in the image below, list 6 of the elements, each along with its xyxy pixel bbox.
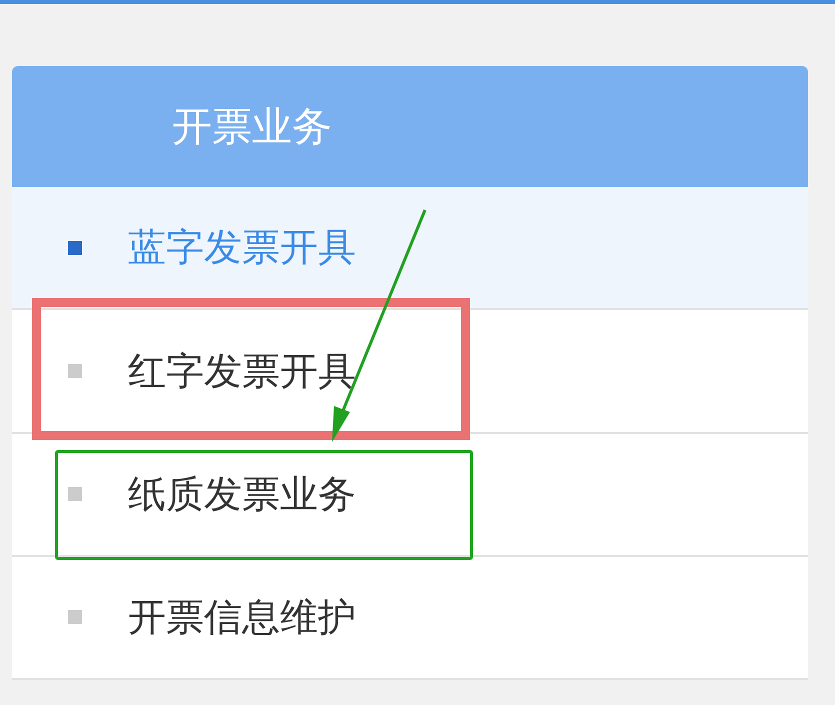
panel-title: 开票业务 [172,103,332,152]
bullet-icon [68,487,82,502]
bullet-icon [68,240,82,255]
bullet-icon [68,364,82,378]
menu-item[interactable]: 纸质发票业务 [12,434,808,557]
bullet-icon [68,610,82,624]
